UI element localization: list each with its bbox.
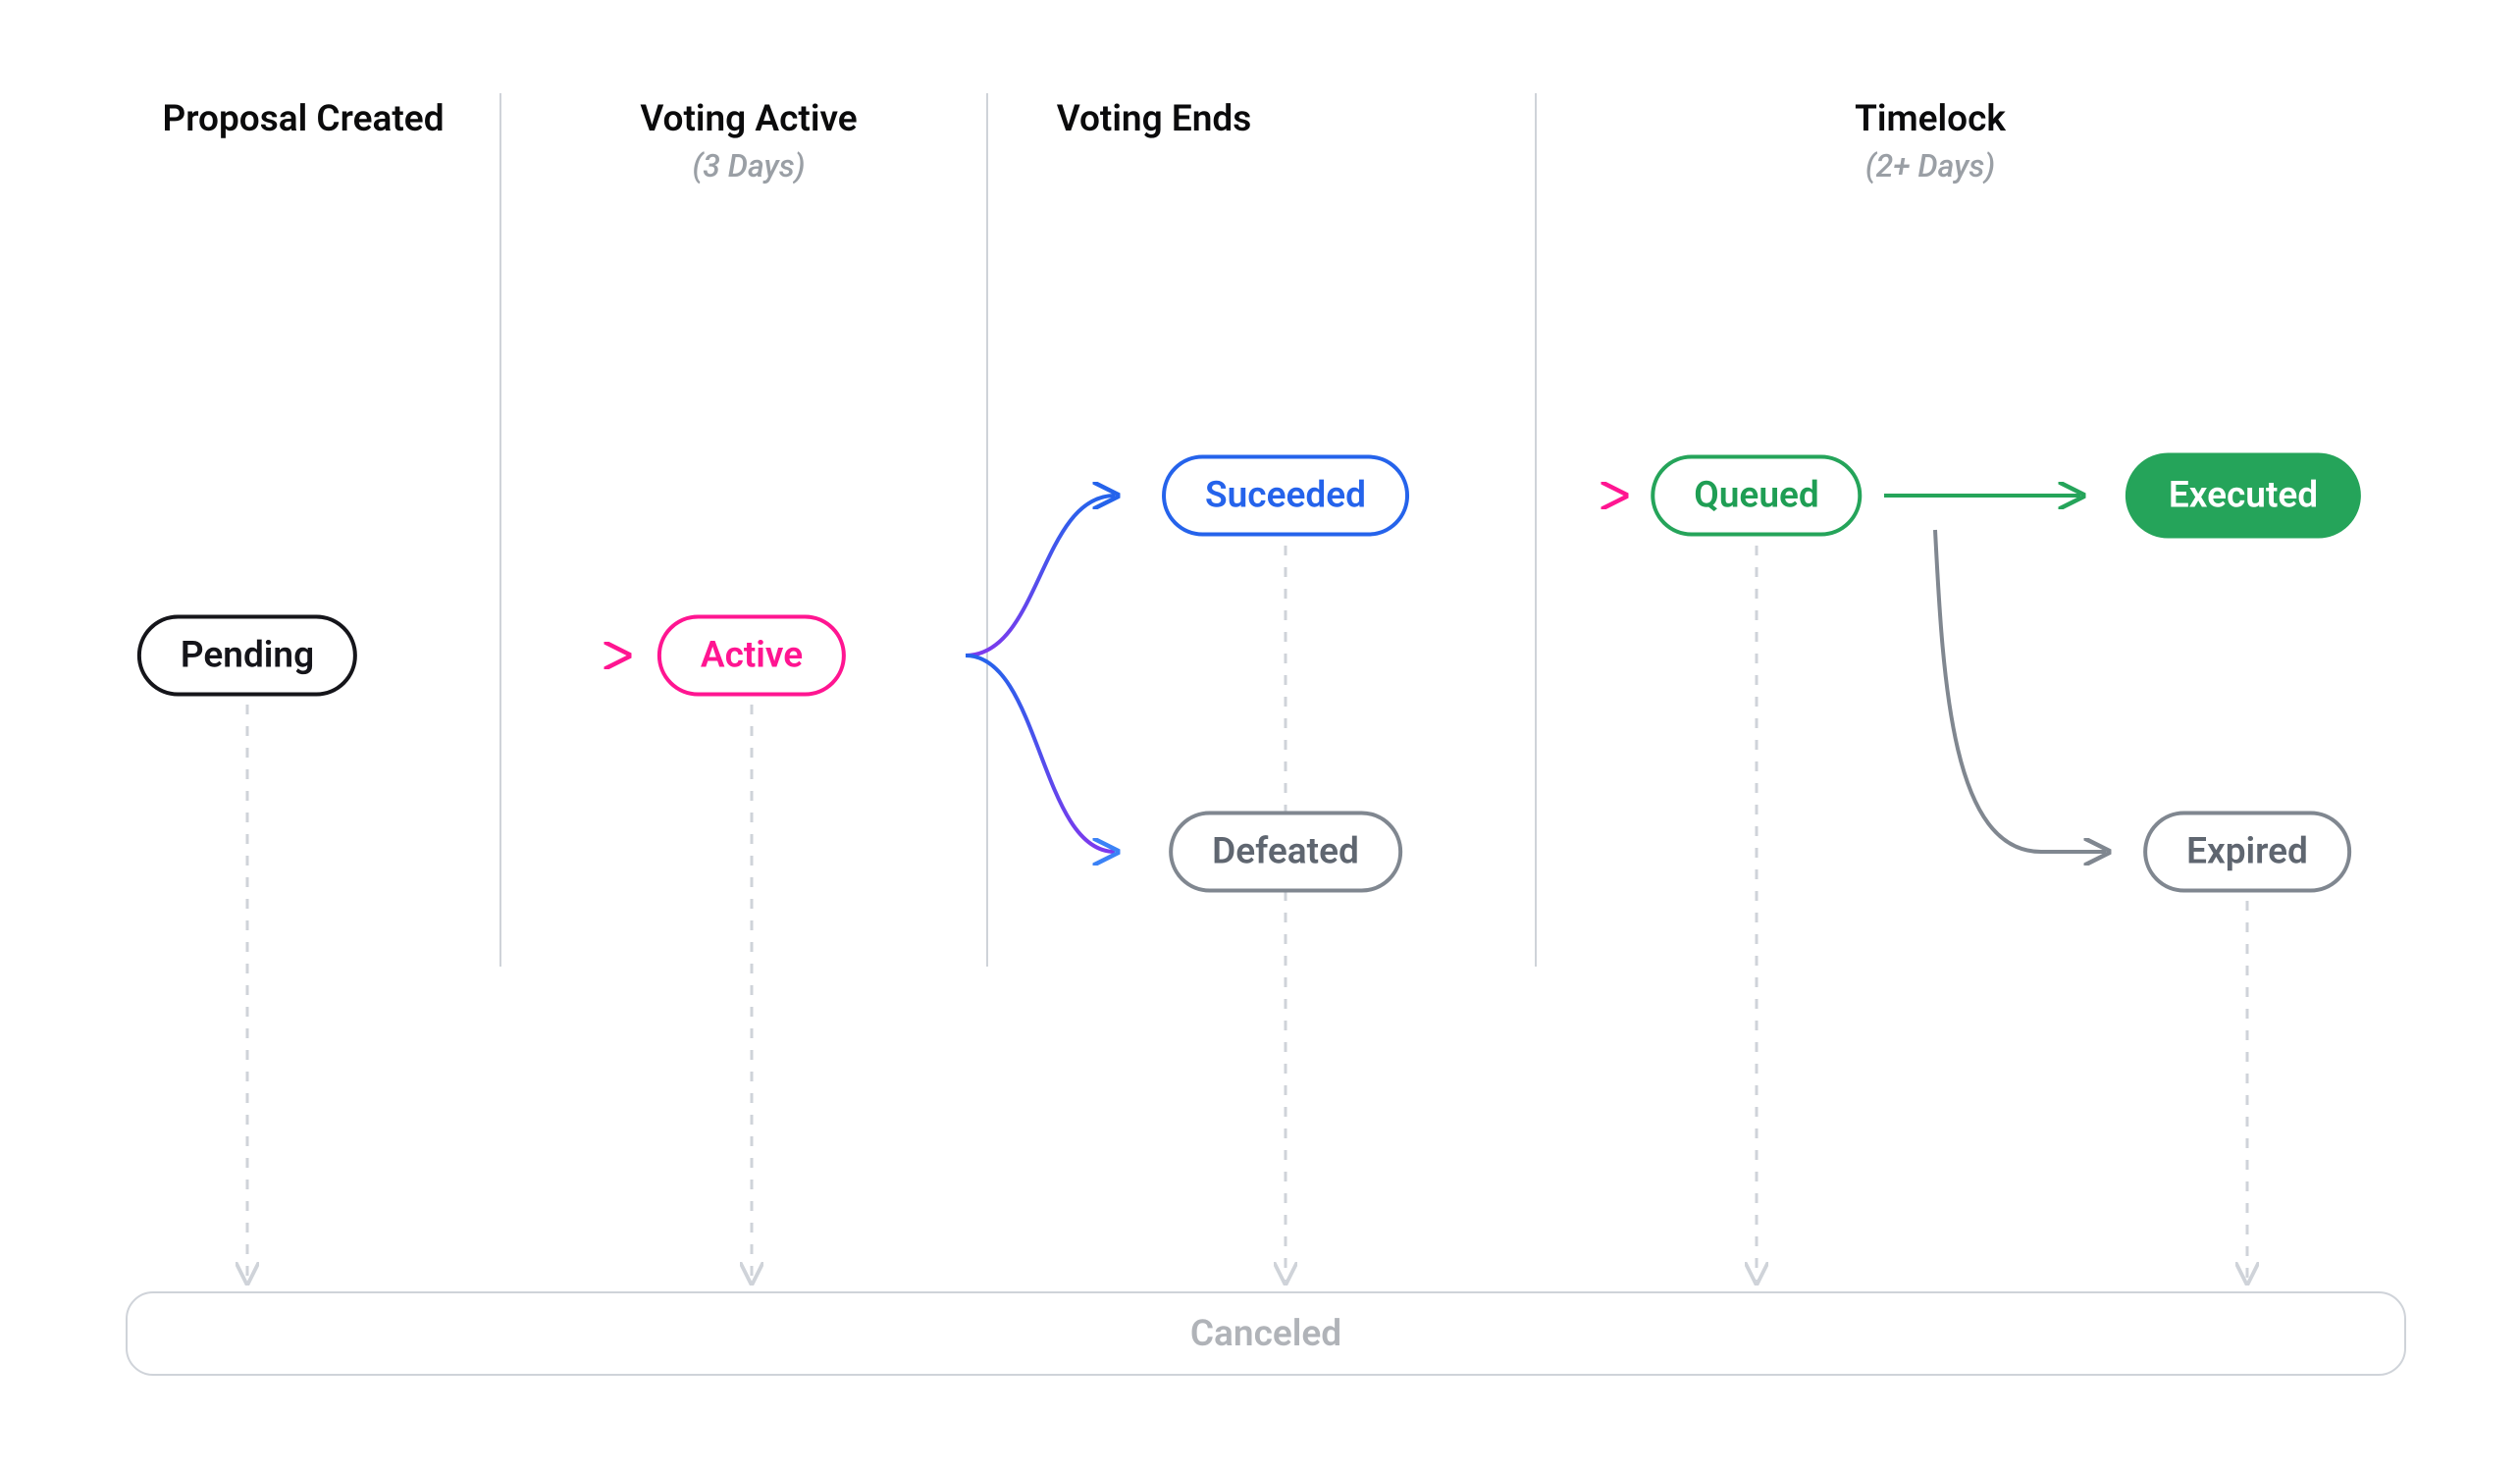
diagram-svg	[0, 0, 2520, 1469]
column-subtitle-timelock: (2+ Days)	[1865, 147, 1995, 184]
node-succeeded: Suceeded	[1162, 455, 1409, 537]
node-pending: Pending	[137, 615, 357, 697]
node-defeated: Defeated	[1169, 812, 1402, 893]
column-title-timelock: Timelock	[1855, 98, 2006, 140]
column-title-voting-ends: Voting Ends	[1057, 98, 1251, 140]
node-canceled: Canceled	[126, 1291, 2406, 1376]
column-title-proposal-created: Proposal Created	[162, 98, 444, 140]
edge-queued-expired	[1935, 530, 2106, 852]
column-subtitle-voting-active: (3 Days)	[692, 147, 805, 184]
node-queued: Queued	[1651, 455, 1862, 537]
node-active: Active	[657, 615, 846, 697]
node-expired: Expired	[2143, 812, 2351, 893]
node-executed: Executed	[2126, 453, 2361, 539]
proposal-state-diagram: Proposal Created Voting Active (3 Days) …	[0, 0, 2520, 1469]
column-title-voting-active: Voting Active	[640, 98, 857, 140]
